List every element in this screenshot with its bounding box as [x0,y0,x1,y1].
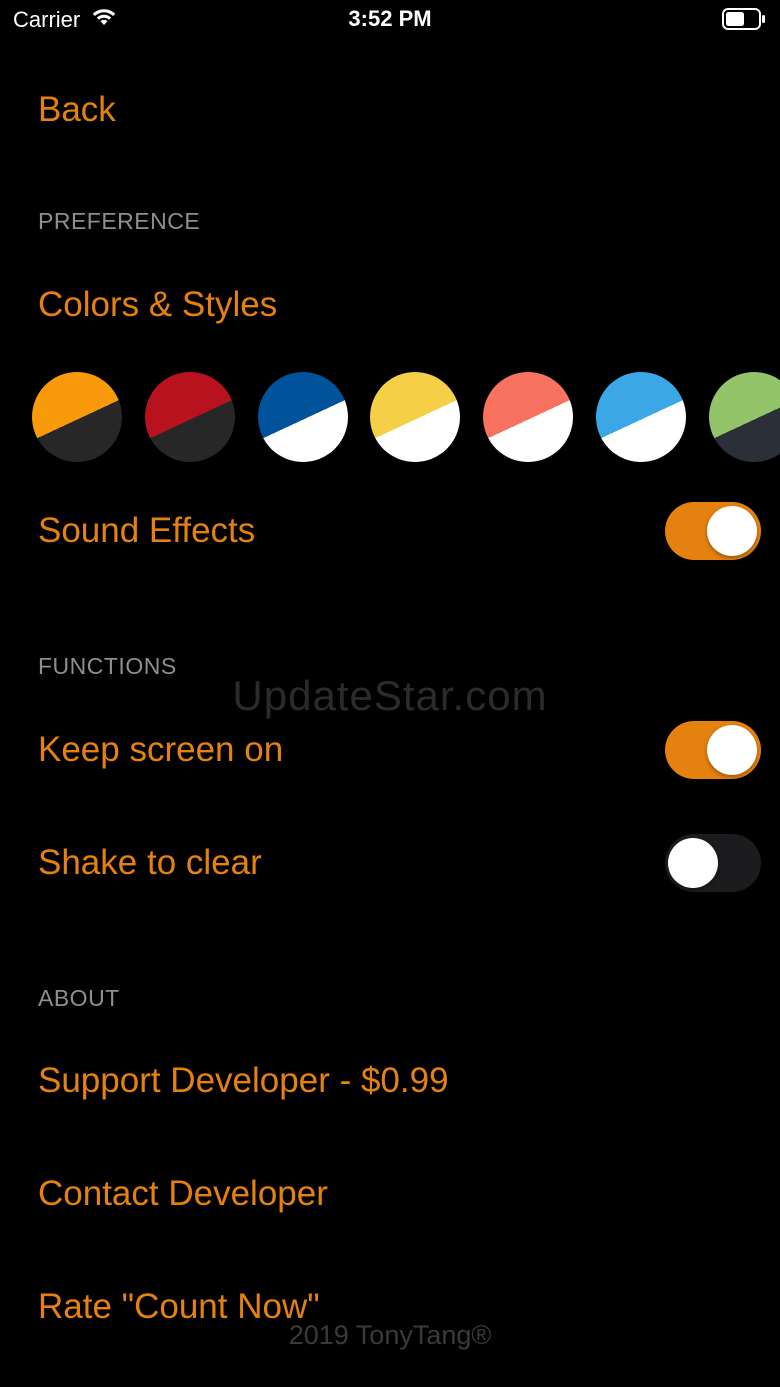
color-swatch-orange-dark[interactable] [32,372,122,462]
about-section-header: ABOUT [38,985,120,1011]
footer-copyright: 2019 TonyTang® [288,1320,492,1350]
keep-screen-on-toggle[interactable] [665,721,761,779]
shake-to-clear-label: Shake to clear [38,843,262,882]
contact-developer-button[interactable]: Contact Developer [38,1174,328,1214]
color-swatch-red-dark[interactable] [145,372,235,462]
colors-styles-label: Colors & Styles [38,285,278,324]
color-swatch-salmon-white[interactable] [483,372,573,462]
color-swatch-skyblue-white[interactable] [596,372,686,462]
support-developer-button[interactable]: Support Developer - $0.99 [38,1061,449,1101]
watermark-text: UpdateStar.com [232,672,548,719]
preference-section-header: PREFERENCE [38,208,201,234]
toggle-knob [707,725,757,775]
toggle-knob [668,838,718,888]
battery-icon [722,8,766,30]
sound-effects-toggle[interactable] [665,502,761,560]
color-swatch-blue-white[interactable] [258,372,348,462]
back-button[interactable]: Back [38,90,116,130]
color-swatch-yellow-white[interactable] [370,372,460,462]
keep-screen-on-label: Keep screen on [38,730,284,769]
sound-effects-label: Sound Effects [38,511,256,550]
shake-to-clear-toggle[interactable] [665,834,761,892]
color-swatch-green-dark[interactable] [709,372,780,462]
status-time: 3:52 PM [348,6,432,31]
toggle-knob [707,506,757,556]
